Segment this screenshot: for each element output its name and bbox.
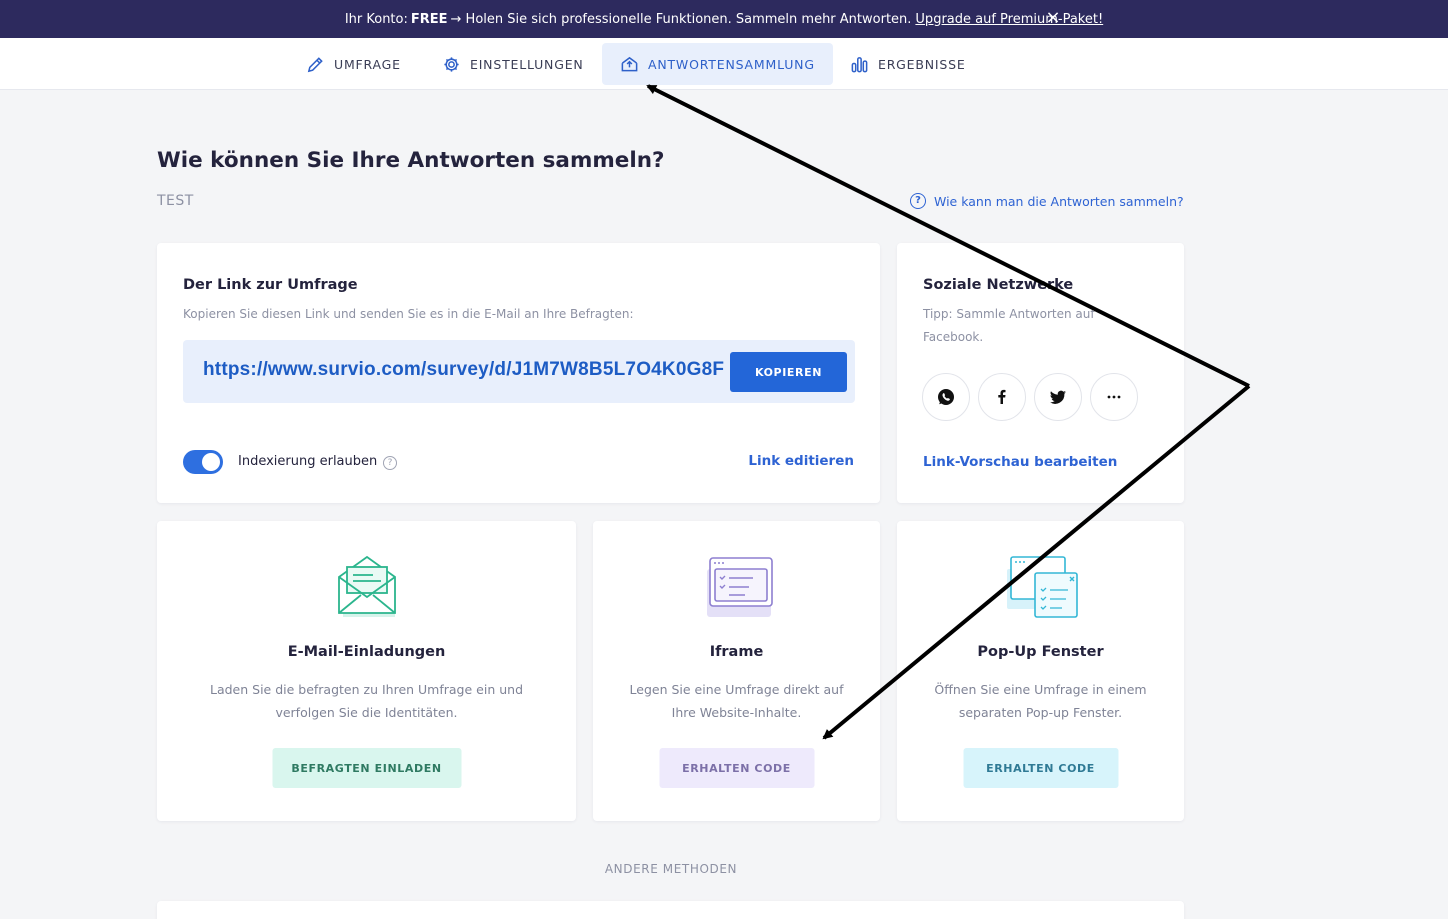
method-title: Pop-Up Fenster bbox=[977, 644, 1104, 660]
method-description: Legen Sie eine Umfrage direkt auf Ihre W… bbox=[629, 682, 844, 720]
tab-label: EINSTELLUNGEN bbox=[470, 56, 584, 72]
tab-umfrage[interactable]: UMFRAGE bbox=[288, 43, 419, 85]
tab-label: UMFRAGE bbox=[334, 56, 401, 72]
banner-message: → Holen Sie sich professionelle Funktion… bbox=[450, 11, 912, 27]
tab-label: ANTWORTENSAMMLUNG bbox=[648, 56, 815, 72]
invite-respondents-button[interactable]: BEFRAGTEN EINLADEN bbox=[272, 748, 461, 788]
help-link-label: Wie kann man die Antworten sammeln? bbox=[934, 193, 1184, 209]
tab-label: ERGEBNISSE bbox=[878, 56, 966, 72]
facebook-icon bbox=[998, 389, 1006, 404]
envelope-icon bbox=[337, 555, 396, 617]
pencil-icon bbox=[307, 56, 323, 72]
link-card-description: Kopieren Sie diesen Link und senden Sie … bbox=[183, 307, 634, 321]
more-button[interactable] bbox=[1090, 373, 1138, 421]
info-icon[interactable]: ? bbox=[383, 456, 397, 470]
upgrade-banner: Ihr Konto: FREE → Holen Sie sich profess… bbox=[0, 0, 1448, 38]
help-link[interactable]: ? Wie kann man die Antworten sammeln? bbox=[910, 193, 1184, 209]
indexing-toggle[interactable] bbox=[183, 450, 223, 474]
email-invitations-card: E-Mail-Einladungen Laden Sie die befragt… bbox=[157, 521, 576, 821]
twitter-button[interactable] bbox=[1034, 373, 1082, 421]
social-networks-card: Soziale Netzwerke Tipp: Sammle Antworten… bbox=[897, 243, 1184, 503]
method-title: E-Mail-Einladungen bbox=[287, 644, 446, 660]
iframe-icon bbox=[706, 557, 773, 617]
main-nav: UMFRAGE EINSTELLUNGEN ANTWORTENSAMMLUNG … bbox=[0, 38, 1448, 90]
tab-antwortensammlung[interactable]: ANTWORTENSAMMLUNG bbox=[602, 43, 833, 85]
link-preview-edit-button[interactable]: Link-Vorschau bearbeiten bbox=[923, 454, 1117, 470]
indexing-label: Indexierung erlauben bbox=[238, 454, 378, 469]
facebook-button[interactable] bbox=[978, 373, 1026, 421]
upgrade-link[interactable]: Upgrade auf Premium-Paket! bbox=[915, 12, 1103, 27]
url-box: https://www.survio.com/survey/d/J1M7W8B5… bbox=[183, 340, 855, 403]
popup-window-icon bbox=[1006, 556, 1078, 618]
method-description: Öffnen Sie eine Umfrage in einem separat… bbox=[934, 682, 1147, 720]
share-icon bbox=[621, 56, 638, 71]
toggle-knob bbox=[202, 453, 220, 471]
other-methods-card bbox=[157, 901, 1184, 919]
method-title: Iframe bbox=[709, 644, 764, 660]
page-title: Wie können Sie Ihre Antworten sammeln? bbox=[157, 148, 665, 173]
social-card-title: Soziale Netzwerke bbox=[923, 277, 1074, 293]
popup-get-code-button[interactable]: ERHALTEN CODE bbox=[963, 748, 1118, 788]
popup-window-card: Pop-Up Fenster Öffnen Sie eine Umfrage i… bbox=[897, 521, 1184, 821]
question-icon: ? bbox=[910, 193, 926, 209]
edit-link-button[interactable]: Link editieren bbox=[748, 453, 854, 469]
gear-icon bbox=[444, 56, 459, 72]
whatsapp-button[interactable] bbox=[922, 373, 970, 421]
other-methods-heading: ANDERE METHODEN bbox=[604, 862, 738, 876]
iframe-get-code-button[interactable]: ERHALTEN CODE bbox=[659, 748, 814, 788]
more-icon bbox=[1107, 395, 1121, 399]
twitter-icon bbox=[1050, 390, 1066, 404]
tab-einstellungen[interactable]: EINSTELLUNGEN bbox=[424, 43, 602, 85]
method-description: Laden Sie die befragten zu Ihren Umfrage… bbox=[209, 682, 523, 720]
iframe-card: Iframe Legen Sie eine Umfrage direkt auf… bbox=[593, 521, 880, 821]
survey-url[interactable]: https://www.survio.com/survey/d/J1M7W8B5… bbox=[203, 359, 724, 381]
survey-link-card: Der Link zur Umfrage Kopieren Sie diesen… bbox=[157, 243, 880, 503]
whatsapp-icon bbox=[938, 389, 954, 405]
close-icon[interactable]: × bbox=[1044, 9, 1062, 27]
bar-chart-icon bbox=[851, 56, 868, 72]
link-card-title: Der Link zur Umfrage bbox=[183, 277, 358, 293]
tab-ergebnisse[interactable]: ERGEBNISSE bbox=[832, 43, 984, 85]
banner-prefix: Ihr Konto: bbox=[344, 11, 408, 27]
survey-name: TEST bbox=[157, 193, 194, 209]
banner-plan: FREE bbox=[410, 11, 448, 27]
social-tip: Tipp: Sammle Antworten auf Facebook. bbox=[923, 307, 1095, 344]
copy-button[interactable]: KOPIEREN bbox=[730, 352, 847, 392]
